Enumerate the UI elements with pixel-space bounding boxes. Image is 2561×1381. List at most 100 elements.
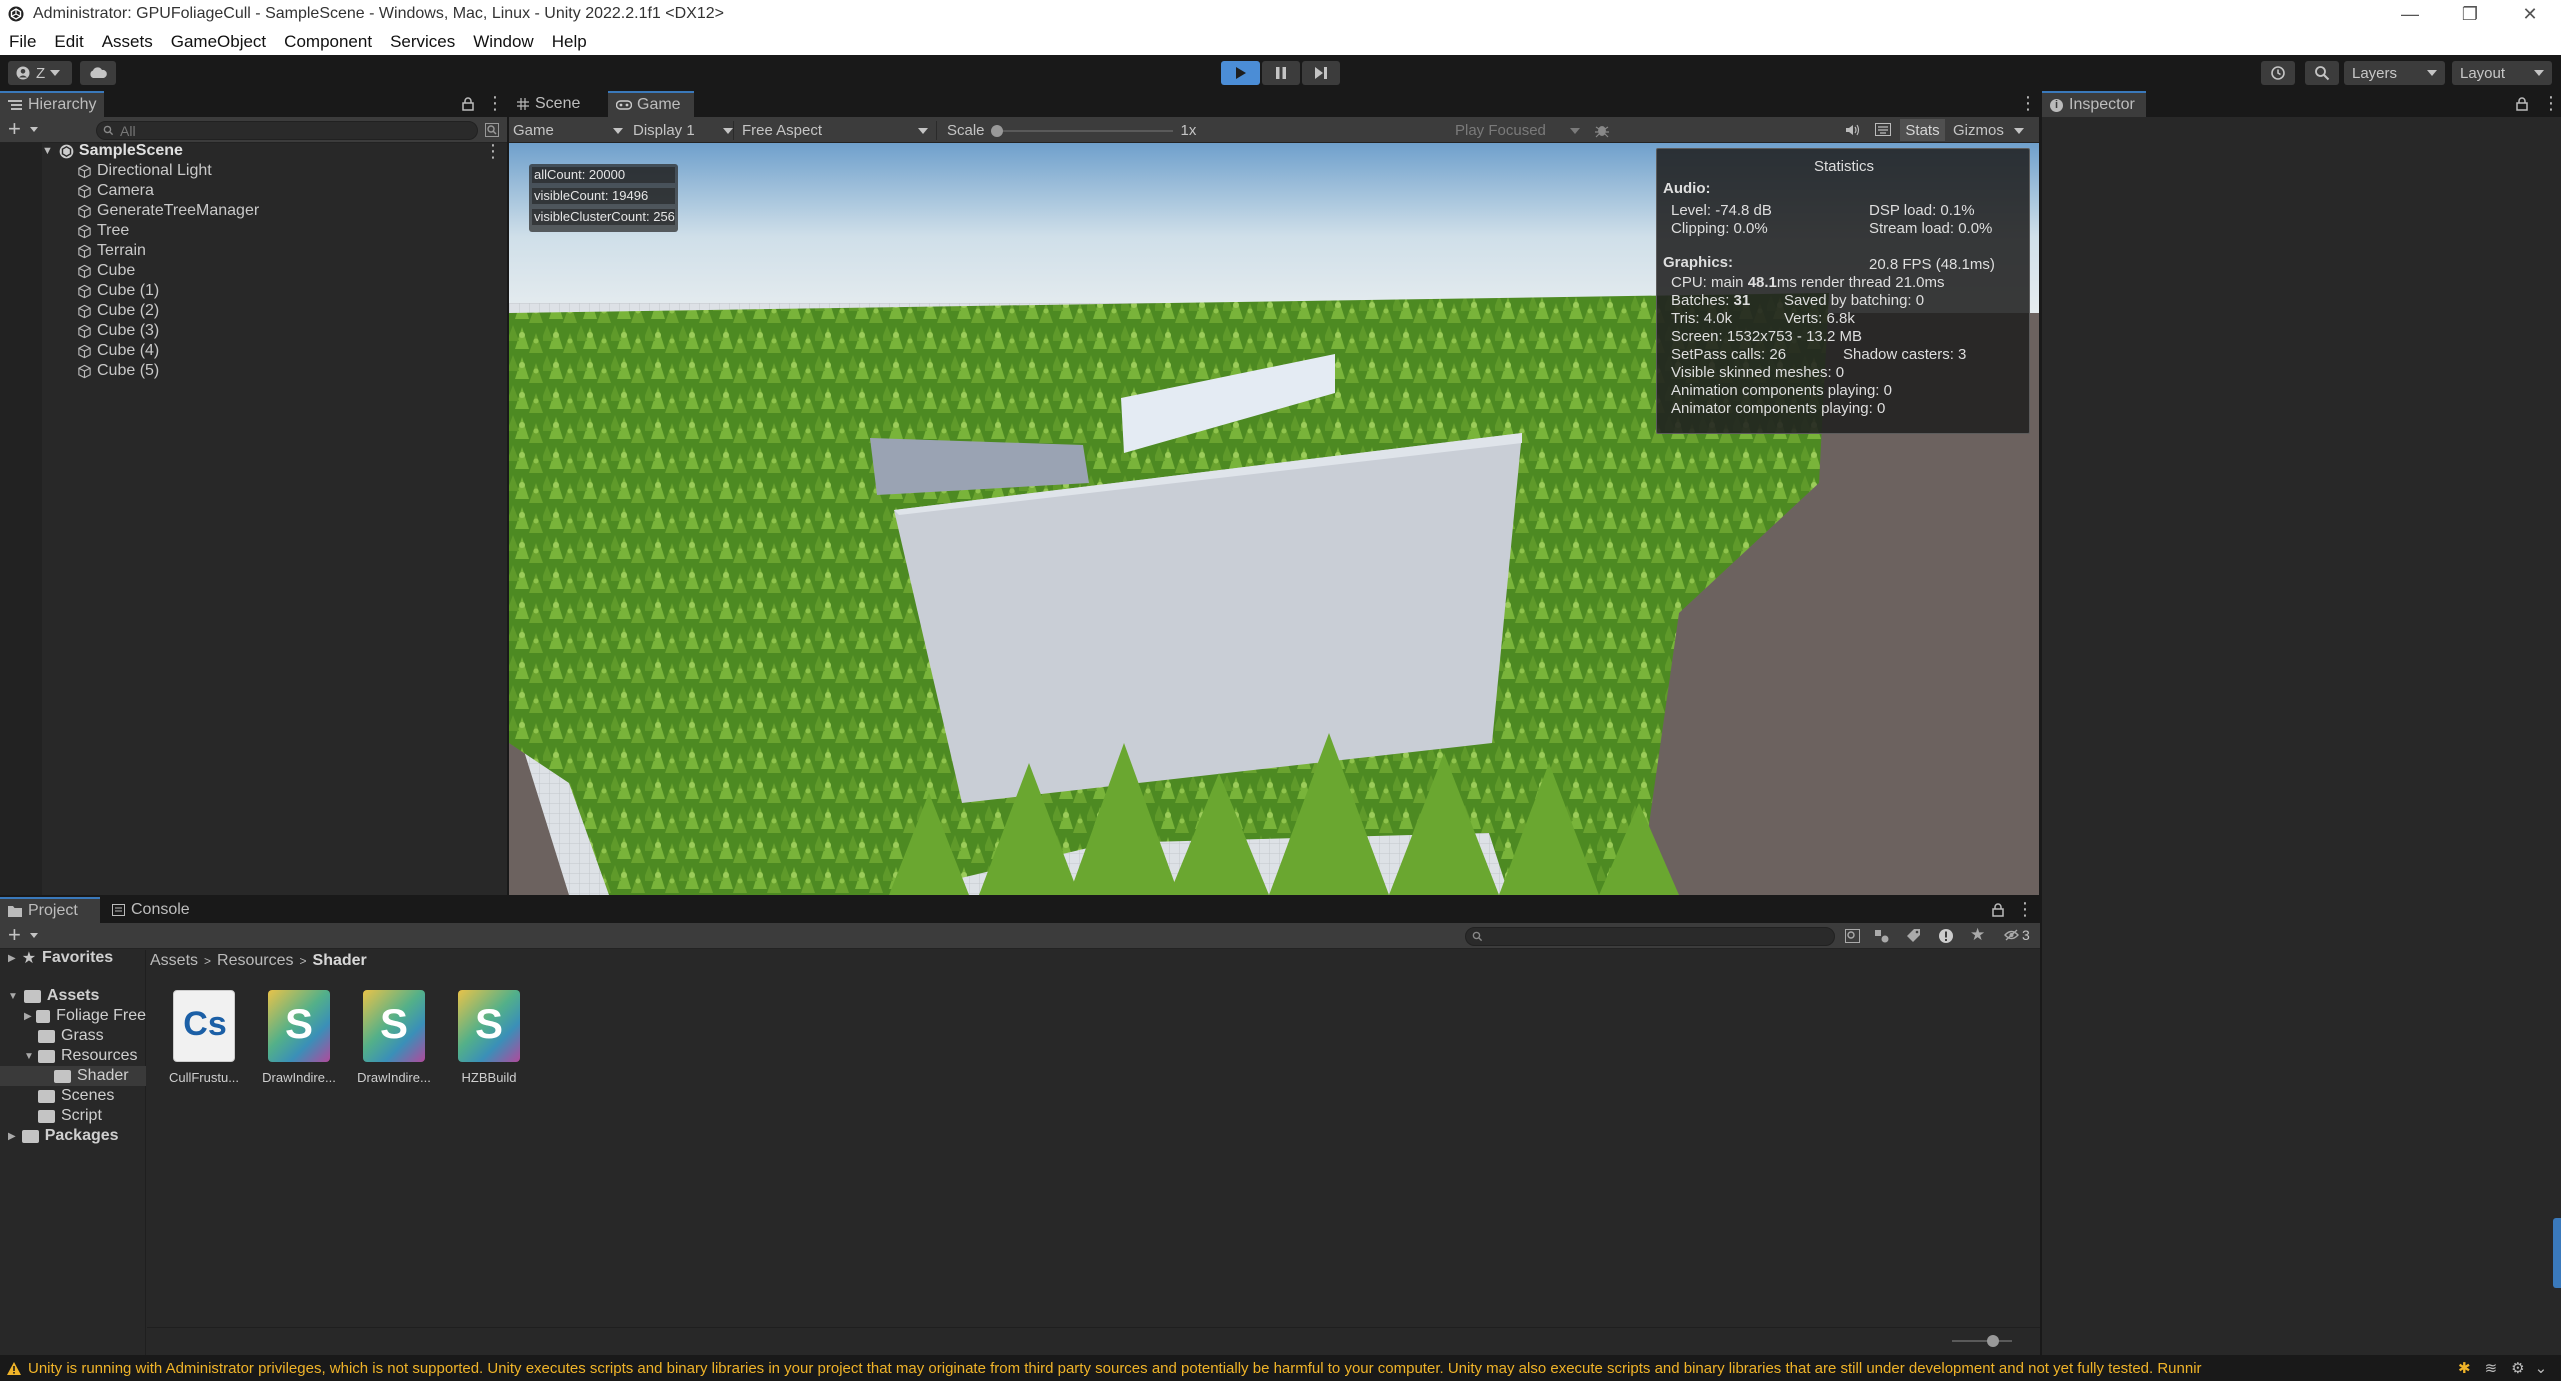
add-icon[interactable]: + (8, 118, 21, 140)
game-viewport[interactable]: allCount: 20000 visibleCount: 19496 visi… (509, 143, 2039, 895)
more-options-icon[interactable]: ⋮ (2542, 93, 2560, 114)
status-bar[interactable]: Unity is running with Administrator priv… (0, 1355, 2561, 1381)
menu-help[interactable]: Help (543, 32, 596, 52)
menu-gameobject[interactable]: GameObject (162, 32, 275, 52)
aspect-dropdown[interactable]: Free Aspect (733, 121, 928, 140)
hierarchy-item[interactable]: Directional Light (77, 161, 212, 181)
layout-dropdown[interactable]: Layout (2452, 61, 2552, 85)
gizmos-dropdown[interactable]: Gizmos (1953, 121, 2024, 140)
tab-inspector[interactable]: i Inspector (2042, 91, 2146, 117)
asset-item[interactable]: S DrawIndire... (251, 990, 347, 1085)
minimize-button[interactable]: — (2380, 0, 2440, 28)
hierarchy-item[interactable]: Cube (5) (77, 361, 159, 381)
hidden-packages-toggle[interactable]: 3 (2004, 927, 2030, 943)
chevron-down-icon[interactable] (30, 127, 38, 132)
menu-assets[interactable]: Assets (93, 32, 162, 52)
menu-window[interactable]: Window (464, 32, 542, 52)
maximize-button[interactable]: ❐ (2440, 0, 2500, 28)
more-options-icon[interactable]: ⋮ (2019, 93, 2037, 114)
breadcrumb-assets[interactable]: Assets (150, 952, 198, 970)
scene-search-icon[interactable] (485, 123, 499, 137)
tab-scene[interactable]: Scene (509, 91, 606, 117)
hierarchy-item[interactable]: Tree (77, 221, 129, 241)
project-folder-item[interactable]: Script (24, 1106, 146, 1126)
warning-filter-icon[interactable] (1938, 928, 1954, 944)
scale-slider-handle[interactable] (990, 124, 1003, 137)
layers-dropdown[interactable]: Layers (2344, 61, 2445, 85)
display-dropdown[interactable]: Display 1 (633, 121, 733, 140)
keyboard-icon[interactable] (1875, 123, 1891, 136)
breadcrumb-shader[interactable]: Shader (313, 952, 367, 970)
pause-button[interactable] (1262, 61, 1300, 85)
step-button[interactable] (1302, 61, 1340, 85)
breadcrumb-resources[interactable]: Resources (217, 952, 293, 970)
lock-icon[interactable] (462, 97, 474, 111)
expand-arrow-icon[interactable]: ▶ (8, 1131, 16, 1142)
favorites-node[interactable]: ▶ ★ Favorites (8, 948, 113, 968)
progress-icon[interactable]: ≋ (2485, 1359, 2498, 1377)
lock-icon[interactable] (2516, 97, 2528, 111)
history-button[interactable] (2261, 61, 2295, 85)
view-mode-dropdown[interactable]: Game (513, 121, 623, 140)
asset-item[interactable]: S DrawIndire... (346, 990, 442, 1085)
menu-edit[interactable]: Edit (45, 32, 92, 52)
filter-type-icon[interactable] (1874, 929, 1889, 943)
cloud-button[interactable] (80, 61, 116, 85)
scene-root[interactable]: ▼ SampleScene ⋮ (42, 141, 507, 161)
hierarchy-item[interactable]: GenerateTreeManager (77, 201, 259, 221)
expand-arrow-icon[interactable]: ▶ (24, 1011, 36, 1022)
expand-arrow-icon[interactable]: ▶ (8, 953, 16, 964)
audio-icon[interactable] (1845, 123, 1861, 137)
icon-size-slider-handle[interactable] (1987, 1335, 1999, 1347)
menu-services[interactable]: Services (381, 32, 464, 52)
expand-arrow-icon[interactable]: ▼ (24, 1051, 38, 1062)
asset-item[interactable]: Cs CullFrustu... (156, 990, 252, 1085)
account-dropdown[interactable]: Z (8, 61, 72, 85)
icon-size-slider[interactable] (1952, 1340, 2012, 1342)
scroll-indicator[interactable] (2553, 1218, 2561, 1288)
more-options-icon[interactable]: ⋮ (486, 93, 504, 114)
chevron-down-icon[interactable]: ⌄ (2535, 1359, 2548, 1377)
hierarchy-item[interactable]: Cube (77, 261, 135, 281)
scale-slider[interactable] (990, 124, 1173, 137)
tab-hierarchy[interactable]: Hierarchy (0, 91, 104, 117)
stats-toggle[interactable]: Stats (1900, 119, 1945, 141)
hierarchy-item[interactable]: Cube (1) (77, 281, 159, 301)
project-folder-item[interactable]: Scenes (24, 1086, 146, 1106)
debug-mode-icon[interactable]: ⚙ (2511, 1359, 2524, 1377)
label-tag-icon[interactable] (1906, 928, 1921, 943)
asset-item[interactable]: S HZBBuild (441, 990, 537, 1085)
play-focused-dropdown[interactable]: Play Focused (1455, 121, 1580, 140)
search-by-type-icon[interactable] (1845, 929, 1860, 943)
project-search-input[interactable] (1465, 927, 1835, 946)
hierarchy-item[interactable]: Cube (4) (77, 341, 159, 361)
lock-icon[interactable] (1992, 903, 2004, 917)
chevron-down-icon[interactable] (30, 933, 38, 938)
add-icon[interactable]: + (8, 924, 21, 946)
project-folder-item[interactable]: Shader (0, 1066, 146, 1086)
tab-project[interactable]: Project (0, 897, 100, 923)
tab-console[interactable]: Console (104, 897, 204, 923)
project-folder-item[interactable]: ▶ Foliage Free (24, 1006, 146, 1026)
more-options-icon[interactable]: ⋮ (2016, 899, 2034, 920)
close-button[interactable]: ✕ (2500, 0, 2560, 28)
tab-game[interactable]: Game (608, 91, 694, 117)
hierarchy-item[interactable]: Terrain (77, 241, 146, 261)
hierarchy-item[interactable]: Cube (2) (77, 301, 159, 321)
bug-icon[interactable] (1594, 122, 1610, 138)
favorite-star-icon[interactable]: ★ (1970, 925, 1985, 945)
menu-file[interactable]: File (0, 32, 45, 52)
search-button[interactable] (2305, 61, 2339, 85)
hierarchy-item[interactable]: Camera (77, 181, 154, 201)
project-folder-item[interactable]: Grass (24, 1026, 146, 1046)
hierarchy-item[interactable]: Cube (3) (77, 321, 159, 341)
hierarchy-search-input[interactable]: All (96, 121, 478, 140)
play-button[interactable] (1221, 61, 1260, 85)
expand-arrow-icon[interactable]: ▼ (42, 145, 53, 157)
assets-node[interactable]: ▼ Assets (8, 986, 99, 1006)
expand-arrow-icon[interactable]: ▼ (8, 991, 18, 1002)
bug-report-icon[interactable]: ✱ (2458, 1359, 2471, 1377)
packages-node[interactable]: ▶ Packages (8, 1126, 119, 1146)
more-options-icon[interactable]: ⋮ (484, 141, 502, 162)
menu-component[interactable]: Component (275, 32, 381, 52)
